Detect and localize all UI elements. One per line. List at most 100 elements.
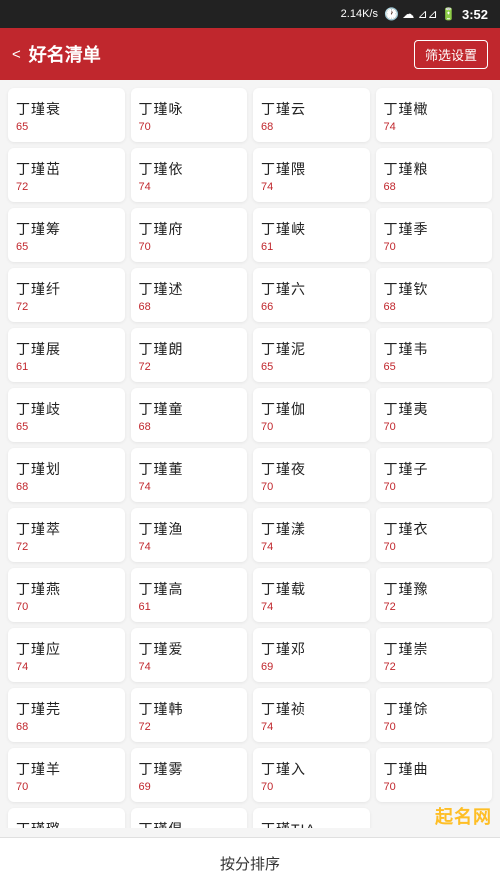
name-card[interactable]: 丁瑾璐74 <box>8 808 125 828</box>
back-button[interactable]: < <box>12 46 21 63</box>
name-text: 丁瑾朗 <box>139 339 184 359</box>
name-text: 丁瑾邓 <box>261 639 306 659</box>
name-card[interactable]: 丁瑾羊70 <box>8 748 125 802</box>
name-score: 68 <box>139 301 151 313</box>
name-text: 丁瑾依 <box>139 159 184 179</box>
name-card[interactable]: 丁瑾衣70 <box>376 508 493 562</box>
name-card[interactable]: 丁瑾云 68 <box>253 88 370 142</box>
name-card[interactable]: 丁瑾橄74 <box>376 88 493 142</box>
name-card[interactable]: 丁瑾豫72 <box>376 568 493 622</box>
name-score: 70 <box>384 241 396 253</box>
name-score: 74 <box>384 121 396 133</box>
name-card[interactable]: 丁瑾倡61 <box>131 808 248 828</box>
name-card[interactable]: 丁瑾朗72 <box>131 328 248 382</box>
name-card[interactable]: 丁瑾伽70 <box>253 388 370 442</box>
name-text: 丁瑾歧 <box>16 399 61 419</box>
name-card[interactable]: 丁瑾董74 <box>131 448 248 502</box>
name-text: 丁瑾衰 <box>16 99 61 119</box>
name-text: 丁瑾萃 <box>16 519 61 539</box>
name-card[interactable]: 丁瑾馀70 <box>376 688 493 742</box>
name-card[interactable]: 丁瑾雾69 <box>131 748 248 802</box>
name-card[interactable]: 丁瑾漾74 <box>253 508 370 562</box>
name-card[interactable]: 丁瑾祯74 <box>253 688 370 742</box>
name-card[interactable]: 丁瑾茁 72 <box>8 148 125 202</box>
bottom-bar: 按分排序 <box>0 837 500 889</box>
name-score: 72 <box>384 661 396 673</box>
name-card[interactable]: 丁瑾衰65 <box>8 88 125 142</box>
name-score: 72 <box>16 301 28 313</box>
name-card[interactable]: 丁瑾划68 <box>8 448 125 502</box>
name-score: 74 <box>261 541 273 553</box>
name-card[interactable]: 丁瑾述68 <box>131 268 248 322</box>
name-text: 丁瑾纤 <box>16 279 61 299</box>
name-score: 69 <box>261 661 273 673</box>
name-card[interactable]: 丁瑾韩72 <box>131 688 248 742</box>
name-card[interactable]: 丁瑾展61 <box>8 328 125 382</box>
name-text: 丁瑾咏 <box>139 99 184 119</box>
name-card[interactable]: 丁瑾燕70 <box>8 568 125 622</box>
name-score: 65 <box>384 361 396 373</box>
name-card[interactable]: 丁瑾爱74 <box>131 628 248 682</box>
name-card[interactable]: 丁瑾依74 <box>131 148 248 202</box>
name-card[interactable]: 丁瑾夷70 <box>376 388 493 442</box>
name-text: 丁瑾应 <box>16 639 61 659</box>
name-card[interactable]: 丁瑾粮68 <box>376 148 493 202</box>
name-score: 68 <box>384 181 396 193</box>
name-text: 丁瑾入 <box>261 759 306 779</box>
name-card[interactable]: 丁瑾入 70 <box>253 748 370 802</box>
name-card[interactable]: 丁瑾六 66 <box>253 268 370 322</box>
name-text: 丁瑾豫 <box>384 579 429 599</box>
name-score: 74 <box>139 481 151 493</box>
name-card[interactable]: 丁瑾子70 <box>376 448 493 502</box>
name-score: 65 <box>16 421 28 433</box>
name-score: 74 <box>139 541 151 553</box>
name-card[interactable]: 丁瑾钦68 <box>376 268 493 322</box>
name-text: 丁瑾崇 <box>384 639 429 659</box>
name-card[interactable]: 丁瑾应74 <box>8 628 125 682</box>
name-card[interactable]: 丁瑾崇 72 <box>376 628 493 682</box>
name-score: 70 <box>139 241 151 253</box>
name-card[interactable]: 丁瑾韦65 <box>376 328 493 382</box>
name-card[interactable]: 丁瑾咏70 <box>131 88 248 142</box>
name-card[interactable]: 丁瑾纤 72 <box>8 268 125 322</box>
name-card[interactable]: 丁瑾季70 <box>376 208 493 262</box>
name-card[interactable]: 丁瑾峡61 <box>253 208 370 262</box>
name-card[interactable]: 丁瑾高61 <box>131 568 248 622</box>
name-score: 68 <box>16 481 28 493</box>
name-score: 70 <box>384 721 396 733</box>
name-score: 66 <box>261 301 273 313</box>
name-card[interactable]: 丁瑾渔74 <box>131 508 248 562</box>
name-text: 丁瑾茁 <box>16 159 61 179</box>
name-card[interactable]: 丁瑾泥65 <box>253 328 370 382</box>
name-card[interactable]: 丁瑾芫68 <box>8 688 125 742</box>
name-card[interactable]: 丁瑾载74 <box>253 568 370 622</box>
name-card[interactable]: 丁瑾歧 65 <box>8 388 125 442</box>
name-text: 丁瑾燕 <box>16 579 61 599</box>
name-text: 丁瑾TIA <box>261 819 316 828</box>
name-card[interactable]: 丁瑾TIA70 <box>253 808 370 828</box>
name-text: 丁瑾云 <box>261 99 306 119</box>
name-card[interactable]: 丁瑾邓 69 <box>253 628 370 682</box>
name-text: 丁瑾璐 <box>16 819 61 828</box>
name-card[interactable]: 丁瑾童68 <box>131 388 248 442</box>
name-card[interactable]: 丁瑾曲70 <box>376 748 493 802</box>
name-score: 68 <box>139 421 151 433</box>
name-card[interactable]: 丁瑾夜70 <box>253 448 370 502</box>
name-score: 70 <box>384 481 396 493</box>
time-display: 3:52 <box>462 7 488 22</box>
status-bar: 2.14K/s 🕐 ☁ ⊿⊿ 🔋 3:52 <box>0 0 500 28</box>
filter-settings-button[interactable]: 筛选设置 <box>414 40 488 69</box>
name-text: 丁瑾隈 <box>261 159 306 179</box>
name-score: 72 <box>16 181 28 193</box>
name-text: 丁瑾六 <box>261 279 306 299</box>
name-card[interactable]: 丁瑾隈74 <box>253 148 370 202</box>
name-score: 68 <box>261 121 273 133</box>
name-text: 丁瑾夜 <box>261 459 306 479</box>
name-score: 70 <box>261 781 273 793</box>
name-score: 61 <box>261 241 273 253</box>
name-card[interactable]: 丁瑾萃72 <box>8 508 125 562</box>
name-card[interactable]: 丁瑾府70 <box>131 208 248 262</box>
name-score: 61 <box>16 361 28 373</box>
name-card[interactable]: 丁瑾筹65 <box>8 208 125 262</box>
sort-by-score-button[interactable]: 按分排序 <box>220 853 280 874</box>
